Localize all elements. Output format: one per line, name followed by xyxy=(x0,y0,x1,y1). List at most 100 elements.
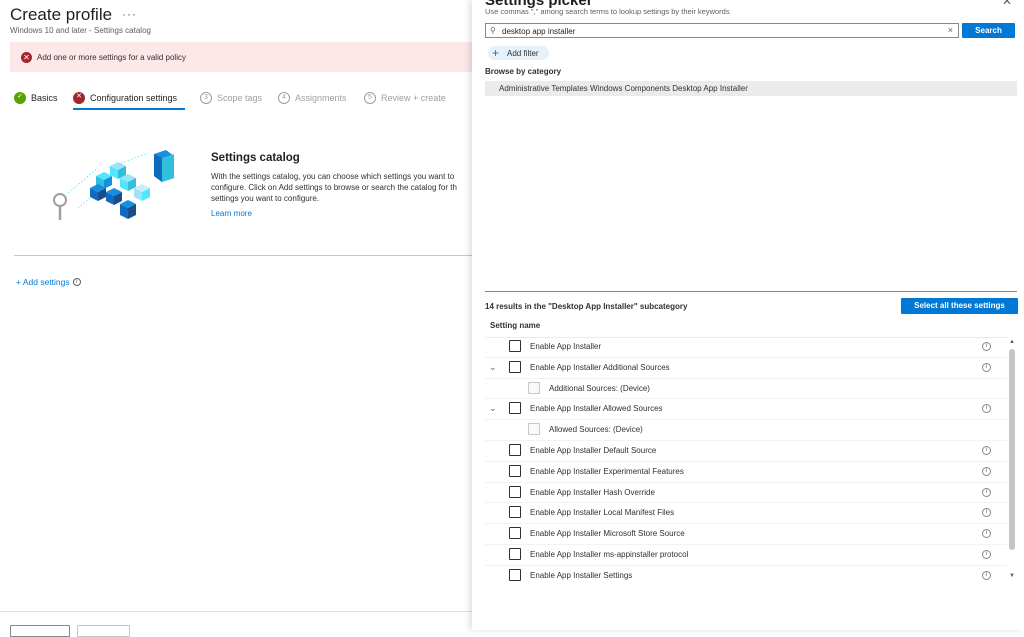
browse-by-category-label: Browse by category xyxy=(485,67,562,76)
page-subtitle: Windows 10 and later - Settings catalog xyxy=(10,26,151,35)
setting-row[interactable]: ⌄ Enable App Installer Additional Sources… xyxy=(485,358,1007,379)
setting-row[interactable]: Enable App Installer Local Manifest File… xyxy=(485,503,1007,525)
setting-row[interactable]: Enable App Installer ms-appinstaller pro… xyxy=(485,545,1007,566)
setting-name: Enable App Installer Microsoft Store Sou… xyxy=(530,529,685,539)
setting-name: Enable App Installer Settings xyxy=(530,570,633,580)
settings-list: Enable App Installer i ⌄ Enable App Install… xyxy=(485,337,1007,585)
setting-row[interactable]: Enable App Installer Microsoft Store Sou… xyxy=(485,524,1007,545)
column-header-setting-name[interactable]: Setting name xyxy=(490,321,540,330)
settings-picker-panel: Settings picker ✕ Use commas "," among s… xyxy=(472,0,1024,630)
learn-more-link[interactable]: Learn more xyxy=(211,209,252,218)
clear-icon[interactable]: × xyxy=(948,25,953,35)
setting-name: Enable App Installer Additional Sources xyxy=(530,362,670,372)
error-banner: ✕ Add one or more settings for a valid p… xyxy=(10,42,472,72)
chevron-down-icon[interactable]: ⌄ xyxy=(489,403,497,414)
setting-checkbox[interactable] xyxy=(509,506,521,519)
search-value: desktop app installer xyxy=(502,27,576,36)
info-icon[interactable]: i xyxy=(982,549,991,559)
setting-name: Enable App Installer Local Manifest File… xyxy=(530,508,675,518)
info-icon[interactable]: i xyxy=(982,362,991,372)
step-configuration-settings[interactable]: ✕ Configuration settings xyxy=(73,92,177,104)
setting-name: Allowed Sources: (Device) xyxy=(549,425,643,435)
chevron-down-icon[interactable]: ⌄ xyxy=(489,362,497,373)
select-all-button[interactable]: Select all these settings xyxy=(901,298,1018,314)
setting-name: Additional Sources: (Device) xyxy=(549,383,650,393)
setting-name: Enable App Installer Default Source xyxy=(530,445,657,455)
setting-checkbox[interactable] xyxy=(509,340,521,352)
active-step-indicator xyxy=(73,108,185,110)
add-settings-link[interactable]: + Add settings i xyxy=(16,277,81,287)
setting-row[interactable]: ⌄ Enable App Installer Allowed Sources i xyxy=(485,399,1007,421)
error-message: Add one or more settings for a valid pol… xyxy=(37,53,186,62)
results-count: 14 results in the "Desktop App Installer… xyxy=(485,302,688,311)
setting-name: Enable App Installer Hash Override xyxy=(530,487,655,497)
setting-row[interactable]: Enable App Installer Default Source i xyxy=(485,441,1007,462)
scroll-up-icon[interactable]: ▲ xyxy=(1009,339,1015,345)
step-label: Basics xyxy=(31,93,58,103)
scroll-thumb[interactable] xyxy=(1009,349,1015,550)
info-icon[interactable]: i xyxy=(982,487,991,497)
close-icon[interactable]: ✕ xyxy=(1002,0,1012,8)
step-label: Review + create xyxy=(381,93,446,103)
setting-name: Enable App Installer Allowed Sources xyxy=(530,404,663,414)
info-icon[interactable]: i xyxy=(982,404,991,414)
info-icon[interactable]: i xyxy=(72,278,81,286)
error-icon: ✕ xyxy=(21,52,32,63)
setting-checkbox[interactable] xyxy=(509,464,521,477)
step-scope-tags[interactable]: 3 Scope tags xyxy=(200,92,262,104)
next-button[interactable] xyxy=(77,625,130,637)
setting-checkbox[interactable] xyxy=(528,423,540,436)
setting-checkbox[interactable] xyxy=(509,360,521,373)
setting-row[interactable]: Enable App Installer i xyxy=(485,337,1007,358)
step-number: 5 xyxy=(364,92,376,104)
scroll-down-icon[interactable]: ▼ xyxy=(1009,573,1015,579)
setting-checkbox[interactable] xyxy=(528,381,540,394)
setting-row[interactable]: Enable App Installer Experimental Featur… xyxy=(485,462,1007,483)
setting-row[interactable]: Enable App Installer Hash Override i xyxy=(485,483,1007,504)
step-assignments[interactable]: 4 Assignments xyxy=(278,92,347,104)
search-hint: Use commas "," among search terms to loo… xyxy=(485,7,730,16)
setting-checkbox[interactable] xyxy=(509,527,521,540)
plus-icon: + xyxy=(492,46,500,60)
search-input[interactable]: ⚲ desktop app installer × xyxy=(485,23,959,38)
setting-checkbox[interactable] xyxy=(509,443,521,456)
step-number: 3 xyxy=(200,92,212,104)
setting-child-row[interactable]: Allowed Sources: (Device) xyxy=(485,420,1007,441)
step-label: Configuration settings xyxy=(90,93,178,103)
setting-child-row[interactable]: Additional Sources: (Device) xyxy=(485,379,1007,400)
setting-checkbox[interactable] xyxy=(509,547,521,560)
setting-checkbox[interactable] xyxy=(509,485,521,498)
checkmark-icon: ✓ xyxy=(14,92,26,104)
setting-name: Enable App Installer Experimental Featur… xyxy=(530,466,684,476)
info-icon[interactable]: i xyxy=(982,508,991,518)
step-review-create[interactable]: 5 Review + create xyxy=(364,92,446,104)
add-filter-button[interactable]: + Add filter xyxy=(488,46,549,60)
settings-catalog-illustration xyxy=(53,150,174,220)
catalog-title: Settings catalog xyxy=(211,152,300,164)
footer-divider xyxy=(0,611,472,612)
search-icon: ⚲ xyxy=(490,26,496,35)
create-profile-page: Create profile ··· Windows 10 and later … xyxy=(0,0,472,637)
info-icon[interactable]: i xyxy=(982,342,991,351)
scrollbar[interactable]: ▲ ▼ xyxy=(1007,339,1017,583)
setting-name: Enable App Installer xyxy=(530,342,602,351)
search-button[interactable]: Search xyxy=(962,23,1015,38)
info-icon[interactable]: i xyxy=(982,570,991,580)
add-settings-label: + Add settings xyxy=(16,277,70,287)
setting-name: Enable App Installer ms-appinstaller pro… xyxy=(530,549,689,559)
info-icon[interactable]: i xyxy=(982,445,991,455)
error-icon: ✕ xyxy=(73,92,85,104)
info-icon[interactable]: i xyxy=(982,466,991,476)
info-icon[interactable]: i xyxy=(982,529,991,539)
previous-button[interactable] xyxy=(10,625,70,637)
more-options-icon[interactable]: ··· xyxy=(122,7,137,21)
step-basics[interactable]: ✓ Basics xyxy=(14,92,58,104)
category-label: Administrative Templates Windows Compone… xyxy=(499,84,748,93)
setting-checkbox[interactable] xyxy=(509,568,521,581)
step-label: Scope tags xyxy=(217,93,263,103)
setting-checkbox[interactable] xyxy=(509,402,521,415)
add-filter-label: Add filter xyxy=(507,48,539,58)
setting-row[interactable]: Enable App Installer Settings i xyxy=(485,566,1007,585)
section-divider xyxy=(485,291,1017,292)
category-item[interactable]: Administrative Templates Windows Compone… xyxy=(485,81,1017,96)
